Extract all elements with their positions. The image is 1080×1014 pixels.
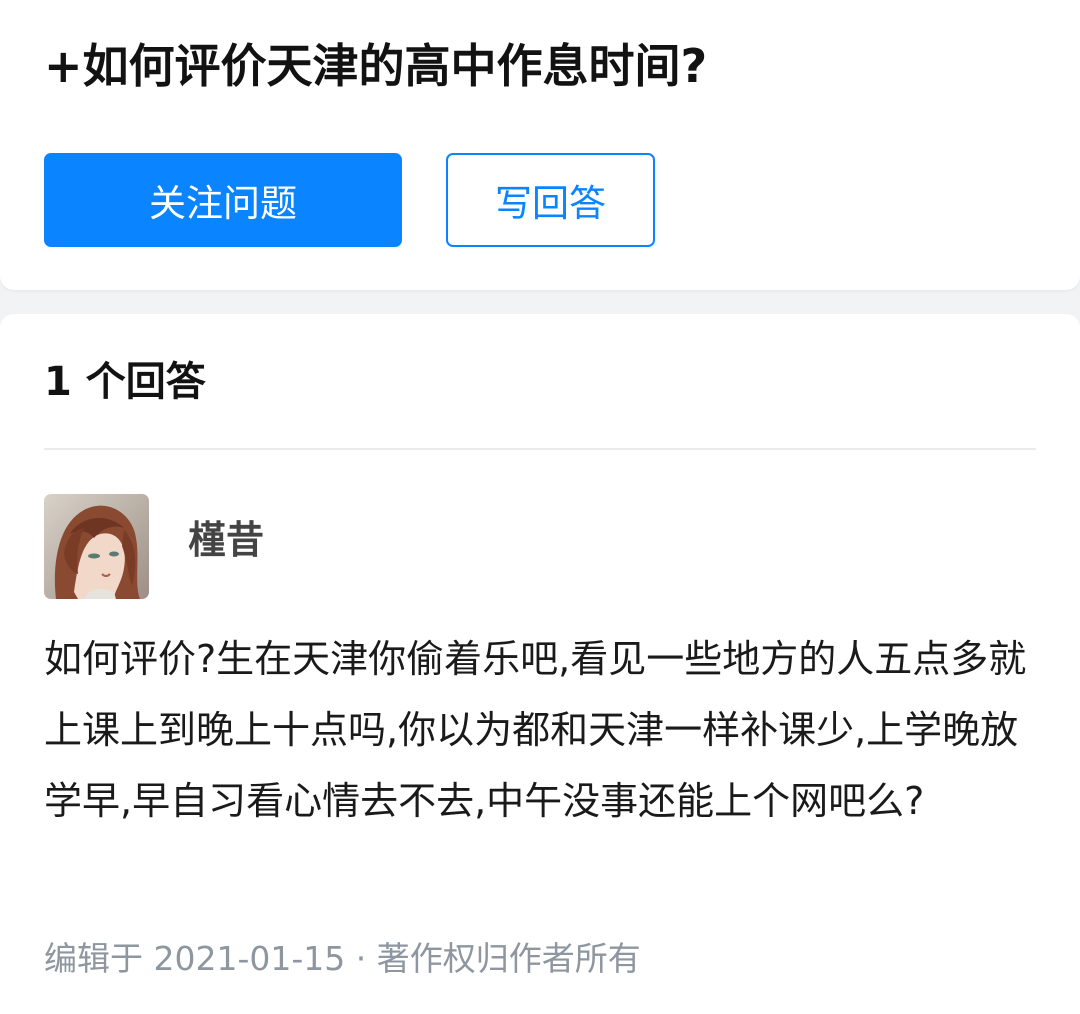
answer-list-card: 1 个回答 槿昔 如何评价?生在天津你偷着乐吧,看见一些地方的人五点多就上课上到… bbox=[0, 314, 1080, 1014]
question-card: +如何评价天津的高中作息时间? 关注问题 写回答 bbox=[0, 0, 1080, 290]
write-answer-button[interactable]: 写回答 bbox=[446, 153, 655, 247]
anime-girl-avatar-icon bbox=[44, 494, 149, 599]
answer-count-heading: 1 个回答 bbox=[44, 359, 206, 405]
question-title[interactable]: +如何评价天津的高中作息时间? bbox=[44, 30, 707, 102]
answer-meta: 编辑于 2021-01-15 · 著作权归作者所有 bbox=[44, 939, 641, 978]
divider bbox=[44, 448, 1036, 450]
author-avatar[interactable] bbox=[44, 494, 149, 599]
answer-content[interactable]: 如何评价?生在天津你偷着乐吧,看见一些地方的人五点多就上课上到晚上十点吗,你以为… bbox=[44, 624, 1034, 837]
follow-question-button[interactable]: 关注问题 bbox=[44, 153, 402, 247]
author-name[interactable]: 槿昔 bbox=[188, 512, 264, 568]
